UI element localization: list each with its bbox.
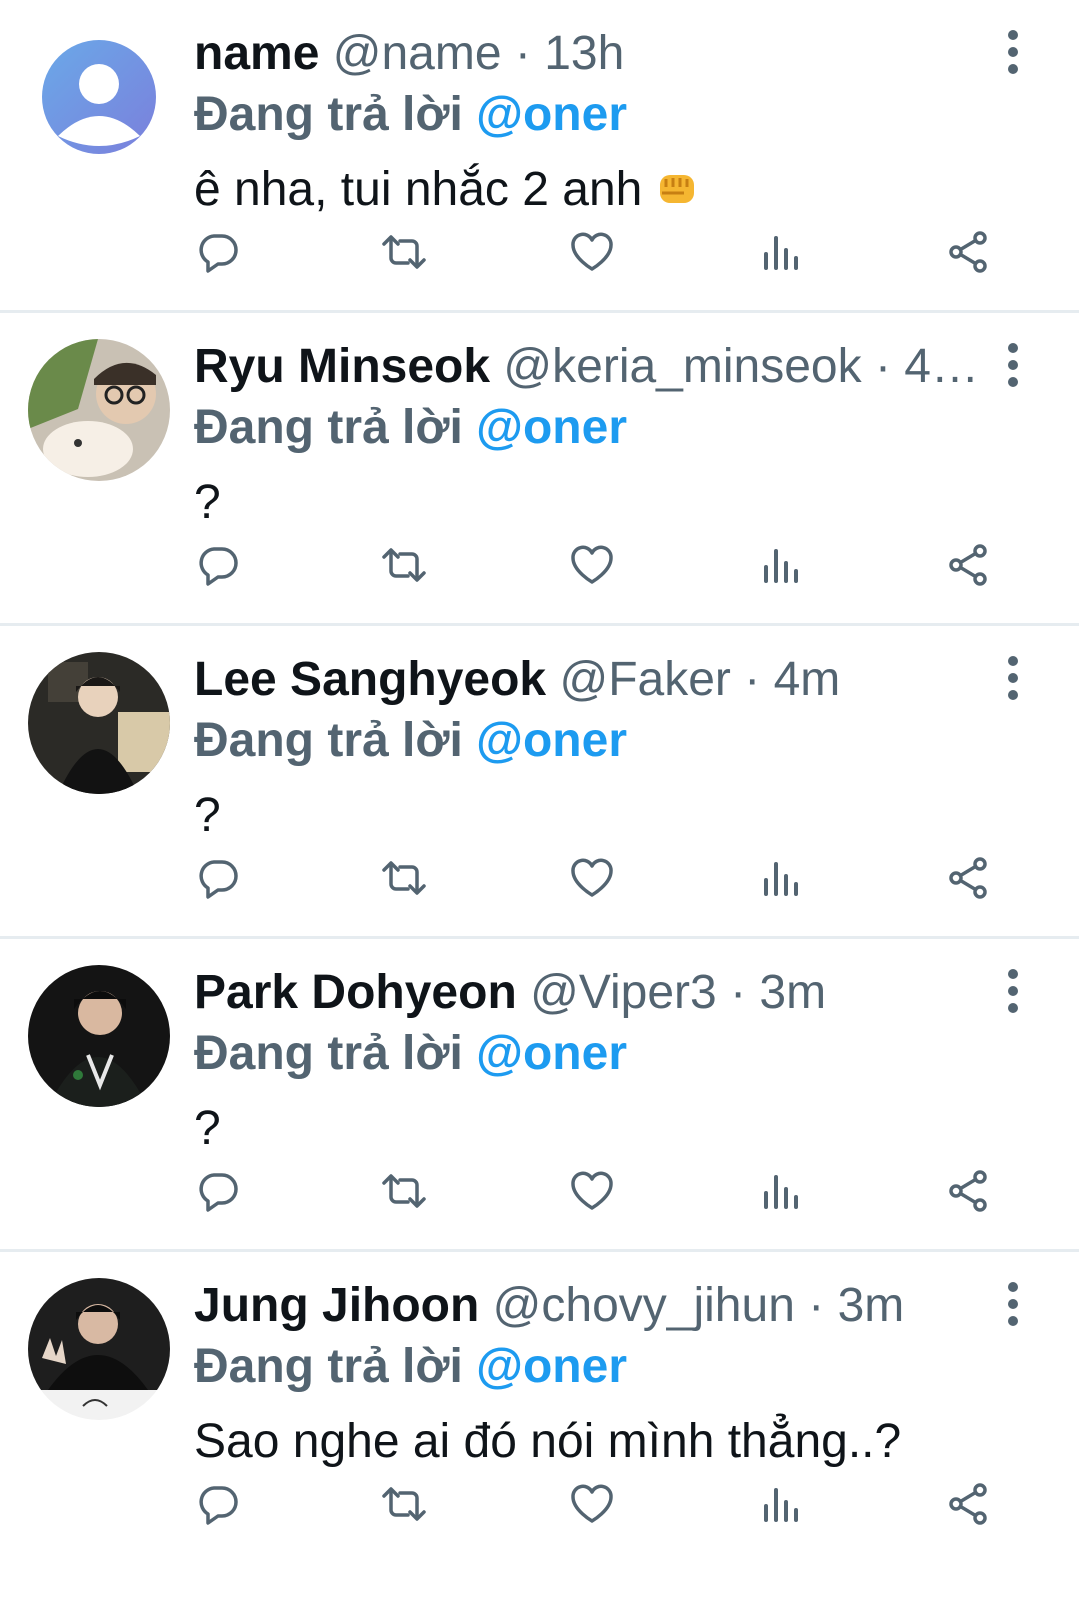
reply-icon[interactable] — [194, 228, 242, 276]
timestamp[interactable]: 3m — [759, 966, 826, 1019]
retweet-icon[interactable] — [380, 854, 428, 902]
mention-link[interactable]: @oner — [476, 1027, 627, 1080]
retweet-icon[interactable] — [380, 228, 428, 276]
analytics-icon[interactable] — [756, 1167, 804, 1215]
tweet-actions — [194, 1167, 994, 1215]
separator-dot: · — [744, 653, 761, 706]
replying-label: Đang trả lời — [194, 88, 463, 141]
replying-label: Đang trả lời — [194, 401, 463, 454]
reply-feed: name @name · 13h Đang trả lời @oner ê nh… — [0, 0, 1079, 1565]
like-icon[interactable] — [568, 854, 616, 902]
more-options-icon[interactable] — [1001, 30, 1025, 82]
share-icon[interactable] — [944, 854, 992, 902]
more-options-icon[interactable] — [1001, 1282, 1025, 1334]
display-name[interactable]: Jung Jihoon — [194, 1279, 479, 1332]
user-handle[interactable]: @keria_minseok — [503, 340, 861, 393]
like-icon[interactable] — [568, 228, 616, 276]
tweet-header: Lee Sanghyeok @Faker · 4m — [194, 648, 989, 712]
reply-icon[interactable] — [194, 854, 242, 902]
tweet-header: Ryu Minseok @keria_minseok · 4… — [194, 335, 989, 399]
like-icon[interactable] — [568, 1480, 616, 1528]
timestamp[interactable]: 4m — [774, 653, 841, 706]
retweet-icon[interactable] — [380, 1167, 428, 1215]
like-icon[interactable] — [568, 1167, 616, 1215]
tweet-actions — [194, 1480, 994, 1528]
replying-label: Đang trả lời — [194, 714, 463, 767]
tweet-header: Jung Jihoon @chovy_jihun · 3m — [194, 1274, 989, 1338]
share-icon[interactable] — [944, 228, 992, 276]
user-handle[interactable]: @chovy_jihun — [493, 1279, 795, 1332]
replying-label: Đang trả lời — [194, 1027, 463, 1080]
tweet-text: ? — [194, 476, 221, 529]
oncoming-fist-emoji — [660, 175, 695, 203]
tweet[interactable]: Jung Jihoon @chovy_jihun · 3m Đang trả l… — [0, 1252, 1079, 1565]
reply-icon[interactable] — [194, 541, 242, 589]
analytics-icon[interactable] — [756, 854, 804, 902]
mention-link[interactable]: @oner — [476, 401, 627, 454]
reply-icon[interactable] — [194, 1167, 242, 1215]
tweet-text: ê nha, tui nhắc 2 anh — [194, 158, 989, 222]
separator-dot: · — [730, 966, 747, 1019]
avatar[interactable] — [28, 339, 170, 481]
like-icon[interactable] — [568, 541, 616, 589]
tweet[interactable]: Park Dohyeon @Viper3 · 3m Đang trả lời @… — [0, 939, 1079, 1252]
analytics-icon[interactable] — [756, 541, 804, 589]
mention-link[interactable]: @oner — [476, 88, 627, 141]
tweet[interactable]: Lee Sanghyeok @Faker · 4m Đang trả lời @… — [0, 626, 1079, 939]
analytics-icon[interactable] — [756, 228, 804, 276]
more-options-icon[interactable] — [1001, 343, 1025, 395]
timestamp[interactable]: 13h — [544, 27, 624, 80]
share-icon[interactable] — [944, 1167, 992, 1215]
timestamp[interactable]: 3m — [838, 1279, 905, 1332]
tweet-actions — [194, 854, 994, 902]
separator-dot: · — [874, 340, 891, 393]
tweet[interactable]: Ryu Minseok @keria_minseok · 4… Đang trả… — [0, 313, 1079, 626]
tweet-header: Park Dohyeon @Viper3 · 3m — [194, 961, 989, 1025]
tweet-actions — [194, 228, 994, 276]
separator-dot: · — [514, 27, 531, 80]
separator-dot: · — [808, 1279, 825, 1332]
avatar[interactable] — [28, 652, 170, 794]
user-handle[interactable]: @Viper3 — [530, 966, 717, 1019]
more-options-icon[interactable] — [1001, 969, 1025, 1021]
tweet[interactable]: name @name · 13h Đang trả lời @oner ê nh… — [0, 0, 1079, 313]
replying-to: Đang trả lời @oner — [194, 86, 989, 144]
share-icon[interactable] — [944, 1480, 992, 1528]
tweet-actions — [194, 541, 994, 589]
mention-link[interactable]: @oner — [476, 714, 627, 767]
tweet-text: ? — [194, 1102, 221, 1155]
reply-icon[interactable] — [194, 1480, 242, 1528]
avatar[interactable] — [28, 26, 170, 168]
avatar[interactable] — [28, 965, 170, 1107]
tweet-text: Sao nghe ai đó nói mình thẳng..? — [194, 1415, 902, 1468]
display-name[interactable]: Ryu Minseok — [194, 340, 490, 393]
analytics-icon[interactable] — [756, 1480, 804, 1528]
retweet-icon[interactable] — [380, 1480, 428, 1528]
timestamp[interactable]: 4… — [904, 340, 979, 393]
avatar[interactable] — [28, 1278, 170, 1420]
display-name[interactable]: name — [194, 27, 319, 80]
display-name[interactable]: Lee Sanghyeok — [194, 653, 546, 706]
replying-to: Đang trả lời @oner — [194, 399, 989, 457]
user-handle[interactable]: @Faker — [559, 653, 730, 706]
tweet-text: ? — [194, 789, 221, 842]
replying-to: Đang trả lời @oner — [194, 712, 989, 770]
replying-label: Đang trả lời — [194, 1340, 463, 1393]
replying-to: Đang trả lời @oner — [194, 1338, 989, 1396]
share-icon[interactable] — [944, 541, 992, 589]
display-name[interactable]: Park Dohyeon — [194, 966, 517, 1019]
tweet-text-content: ê nha, tui nhắc 2 anh — [194, 163, 643, 216]
mention-link[interactable]: @oner — [476, 1340, 627, 1393]
retweet-icon[interactable] — [380, 541, 428, 589]
tweet-header: name @name · 13h — [194, 22, 989, 86]
replying-to: Đang trả lời @oner — [194, 1025, 989, 1083]
more-options-icon[interactable] — [1001, 656, 1025, 708]
user-handle[interactable]: @name — [333, 27, 502, 80]
